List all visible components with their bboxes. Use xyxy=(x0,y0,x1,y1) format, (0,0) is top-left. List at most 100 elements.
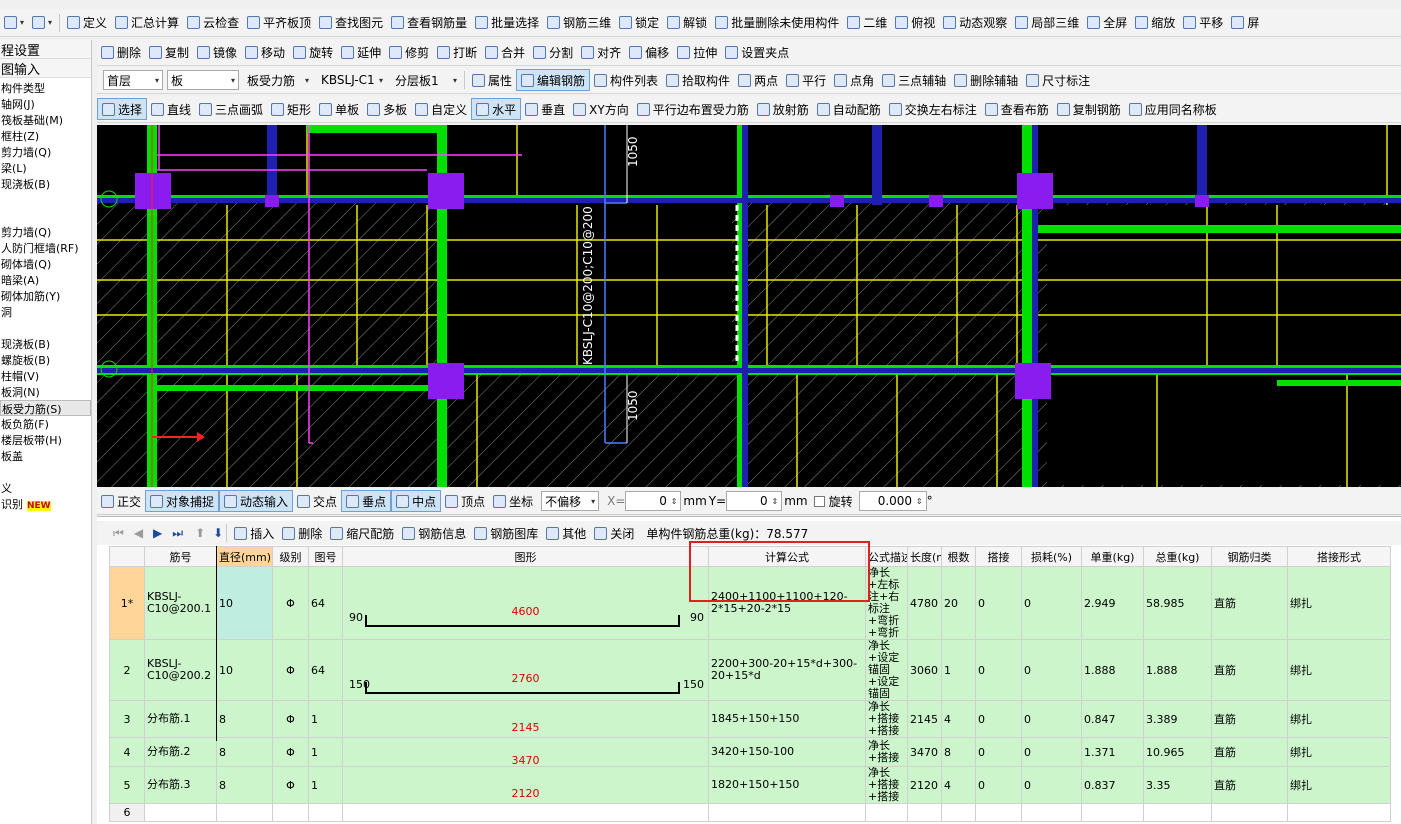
cell-dia[interactable]: 10 xyxy=(216,639,273,701)
ptitems-button-1[interactable]: 删除 xyxy=(278,522,326,544)
tb3-button-0[interactable]: 属性 xyxy=(468,69,516,91)
tb4-button-2[interactable]: 三点画弧 xyxy=(195,98,267,120)
tb1-button-16[interactable]: 缩放 xyxy=(1131,12,1179,34)
tree-item[interactable]: 暗梁(A) xyxy=(0,272,91,288)
header-10[interactable]: 损耗(%) xyxy=(1021,546,1082,567)
ptitems-button-6[interactable]: 关闭 xyxy=(590,522,638,544)
tb1-button-17[interactable]: 平移 xyxy=(1179,12,1227,34)
tb1-button-4[interactable]: 查找图元 xyxy=(315,12,387,34)
tb4-button-15[interactable]: 复制钢筋 xyxy=(1053,98,1125,120)
cell-loss[interactable] xyxy=(1021,803,1082,822)
header-8[interactable]: 根数 xyxy=(941,546,976,567)
tb1-button-8[interactable]: 锁定 xyxy=(615,12,663,34)
tb1-button-18[interactable]: 屏 xyxy=(1227,12,1263,34)
tree-item[interactable]: 梁(L) xyxy=(0,160,91,176)
cell-cat[interactable]: 直筋 xyxy=(1211,700,1288,738)
cell-shape[interactable]: 3470 xyxy=(342,737,709,767)
cell-len[interactable]: 4780 xyxy=(907,566,942,640)
tree-item[interactable]: 柱帽(V) xyxy=(0,368,91,384)
tree-item[interactable]: 板盖 xyxy=(0,448,91,464)
subtype-select[interactable]: 板受力筋 ▾ xyxy=(243,70,313,90)
tree-item[interactable]: 构件类型 xyxy=(0,80,91,96)
tb3-button-6[interactable]: 点角 xyxy=(830,69,878,91)
cell-grade[interactable]: Φ xyxy=(272,766,309,804)
tree-item[interactable]: 义 xyxy=(0,480,91,496)
tb1-button-15[interactable]: 全屏 xyxy=(1083,12,1131,34)
tb1-button-13[interactable]: 动态观察 xyxy=(939,12,1011,34)
tb1-button-5[interactable]: 查看钢筋量 xyxy=(387,12,471,34)
tb4-button-10[interactable]: 平行边布置受力筋 xyxy=(633,98,753,120)
tb3-button-8[interactable]: 删除辅轴 xyxy=(950,69,1022,91)
cell-count[interactable]: 4 xyxy=(941,766,976,804)
tb4-button-7[interactable]: 水平 xyxy=(471,98,522,120)
cell-lapform[interactable]: 绑扎 xyxy=(1287,700,1391,738)
tb4-button-13[interactable]: 交换左右标注 xyxy=(885,98,981,120)
cell-cat[interactable]: 直筋 xyxy=(1211,766,1288,804)
name-select[interactable]: KBSLJ-C1 ▾ xyxy=(317,70,387,90)
cell-lapform[interactable] xyxy=(1287,803,1391,822)
cell-total[interactable] xyxy=(1143,803,1212,822)
cell-lapform[interactable]: 绑扎 xyxy=(1287,639,1391,701)
table-row[interactable]: 2 KBSLJ-C10@200.2 10 Φ 64 2760 150 150 2200+300-… xyxy=(109,639,1391,701)
tb1-button-10[interactable]: 批量删除未使用构件 xyxy=(711,12,843,34)
header-0[interactable]: 筋号 xyxy=(144,546,217,567)
cell-count[interactable] xyxy=(941,803,976,822)
cell-unit[interactable]: 2.949 xyxy=(1081,566,1144,640)
cell-lapform[interactable]: 绑扎 xyxy=(1287,737,1391,767)
ptitems-button-5[interactable]: 其他 xyxy=(542,522,590,544)
cell-total[interactable]: 58.985 xyxy=(1143,566,1212,640)
table-row[interactable]: 3 分布筋.1 8 Φ 1 2145 1845+150+150 净长+搭接+搭接 2145 4 0 0… xyxy=(109,700,1391,738)
tree-item[interactable]: 筏板基础(M) xyxy=(0,112,91,128)
tb4-button-16[interactable]: 应用同名称板 xyxy=(1125,98,1221,120)
cell-no[interactable] xyxy=(144,803,217,822)
cell-desc[interactable]: 净长+搭接+搭接 xyxy=(865,766,908,804)
snapitems-button-7[interactable]: 坐标 xyxy=(489,490,537,512)
header-6[interactable]: 公式描述 xyxy=(865,546,908,567)
cell-total[interactable]: 3.35 xyxy=(1143,766,1212,804)
tb4-button-3[interactable]: 矩形 xyxy=(267,98,315,120)
tree-item[interactable]: 板负筋(F) xyxy=(0,416,91,432)
tree-item[interactable]: 现浇板(B) xyxy=(0,336,91,352)
cell-lapform[interactable]: 绑扎 xyxy=(1287,566,1391,640)
cell-len[interactable]: 2120 xyxy=(907,766,942,804)
tree-item[interactable]: 人防门框墙(RF) xyxy=(0,240,91,256)
cell-formula[interactable] xyxy=(708,803,866,822)
tb1-button-11[interactable]: 二维 xyxy=(843,12,891,34)
panel-tab-project-settings[interactable]: 程设置 xyxy=(0,40,91,59)
header-14[interactable]: 搭接形式 xyxy=(1287,546,1391,567)
cell-shape[interactable]: 2120 xyxy=(342,766,709,804)
header-12[interactable]: 总重(kg) xyxy=(1143,546,1212,567)
cell-unit[interactable] xyxy=(1081,803,1144,822)
cell-count[interactable]: 4 xyxy=(941,700,976,738)
x-input[interactable]: 0 ⇕ xyxy=(625,491,682,511)
type-select[interactable]: 板 ▾ xyxy=(167,70,239,90)
snapitems-button-4[interactable]: 垂点 xyxy=(341,490,392,512)
y-input[interactable]: 0 ⇕ xyxy=(726,491,783,511)
tb2-button-5[interactable]: 延伸 xyxy=(337,42,385,64)
tb3-button-9[interactable]: 尺寸标注 xyxy=(1022,69,1094,91)
tb4-button-14[interactable]: 查看布筋 xyxy=(981,98,1053,120)
ptitems-button-2[interactable]: 缩尺配筋 xyxy=(326,522,398,544)
snapitems-button-1[interactable]: 对象捕捉 xyxy=(145,490,220,512)
tb3-button-3[interactable]: 拾取构件 xyxy=(662,69,734,91)
cell-grade[interactable]: Φ xyxy=(272,639,309,701)
tree-item[interactable]: 板受力筋(S) xyxy=(0,400,91,416)
tb4-button-5[interactable]: 多板 xyxy=(363,98,411,120)
cell-desc[interactable]: 净长+设定锚固+设定锚固 xyxy=(865,639,908,701)
prev-icon[interactable]: ◀ xyxy=(134,526,143,540)
tb2-button-4[interactable]: 旋转 xyxy=(289,42,337,64)
tb2-button-9[interactable]: 分割 xyxy=(529,42,577,64)
tree-item[interactable]: 板洞(N) xyxy=(0,384,91,400)
drawing-svg[interactable]: 1050 1050 KBSLJ-C10@200;C10@200 xyxy=(97,125,1401,487)
cell-total[interactable]: 10.965 xyxy=(1143,737,1212,767)
tb3-button-5[interactable]: 平行 xyxy=(782,69,830,91)
undo-button[interactable]: ▾ xyxy=(0,12,28,34)
cell-count[interactable]: 8 xyxy=(941,737,976,767)
cell-lap[interactable]: 0 xyxy=(975,737,1022,767)
cell-grade[interactable]: Φ xyxy=(272,566,309,640)
snapitems-button-2[interactable]: 动态输入 xyxy=(219,490,294,512)
cell-unit[interactable]: 1.371 xyxy=(1081,737,1144,767)
tree-item[interactable] xyxy=(0,464,91,480)
snapitems-button-3[interactable]: 交点 xyxy=(293,490,341,512)
cell-total[interactable]: 3.389 xyxy=(1143,700,1212,738)
